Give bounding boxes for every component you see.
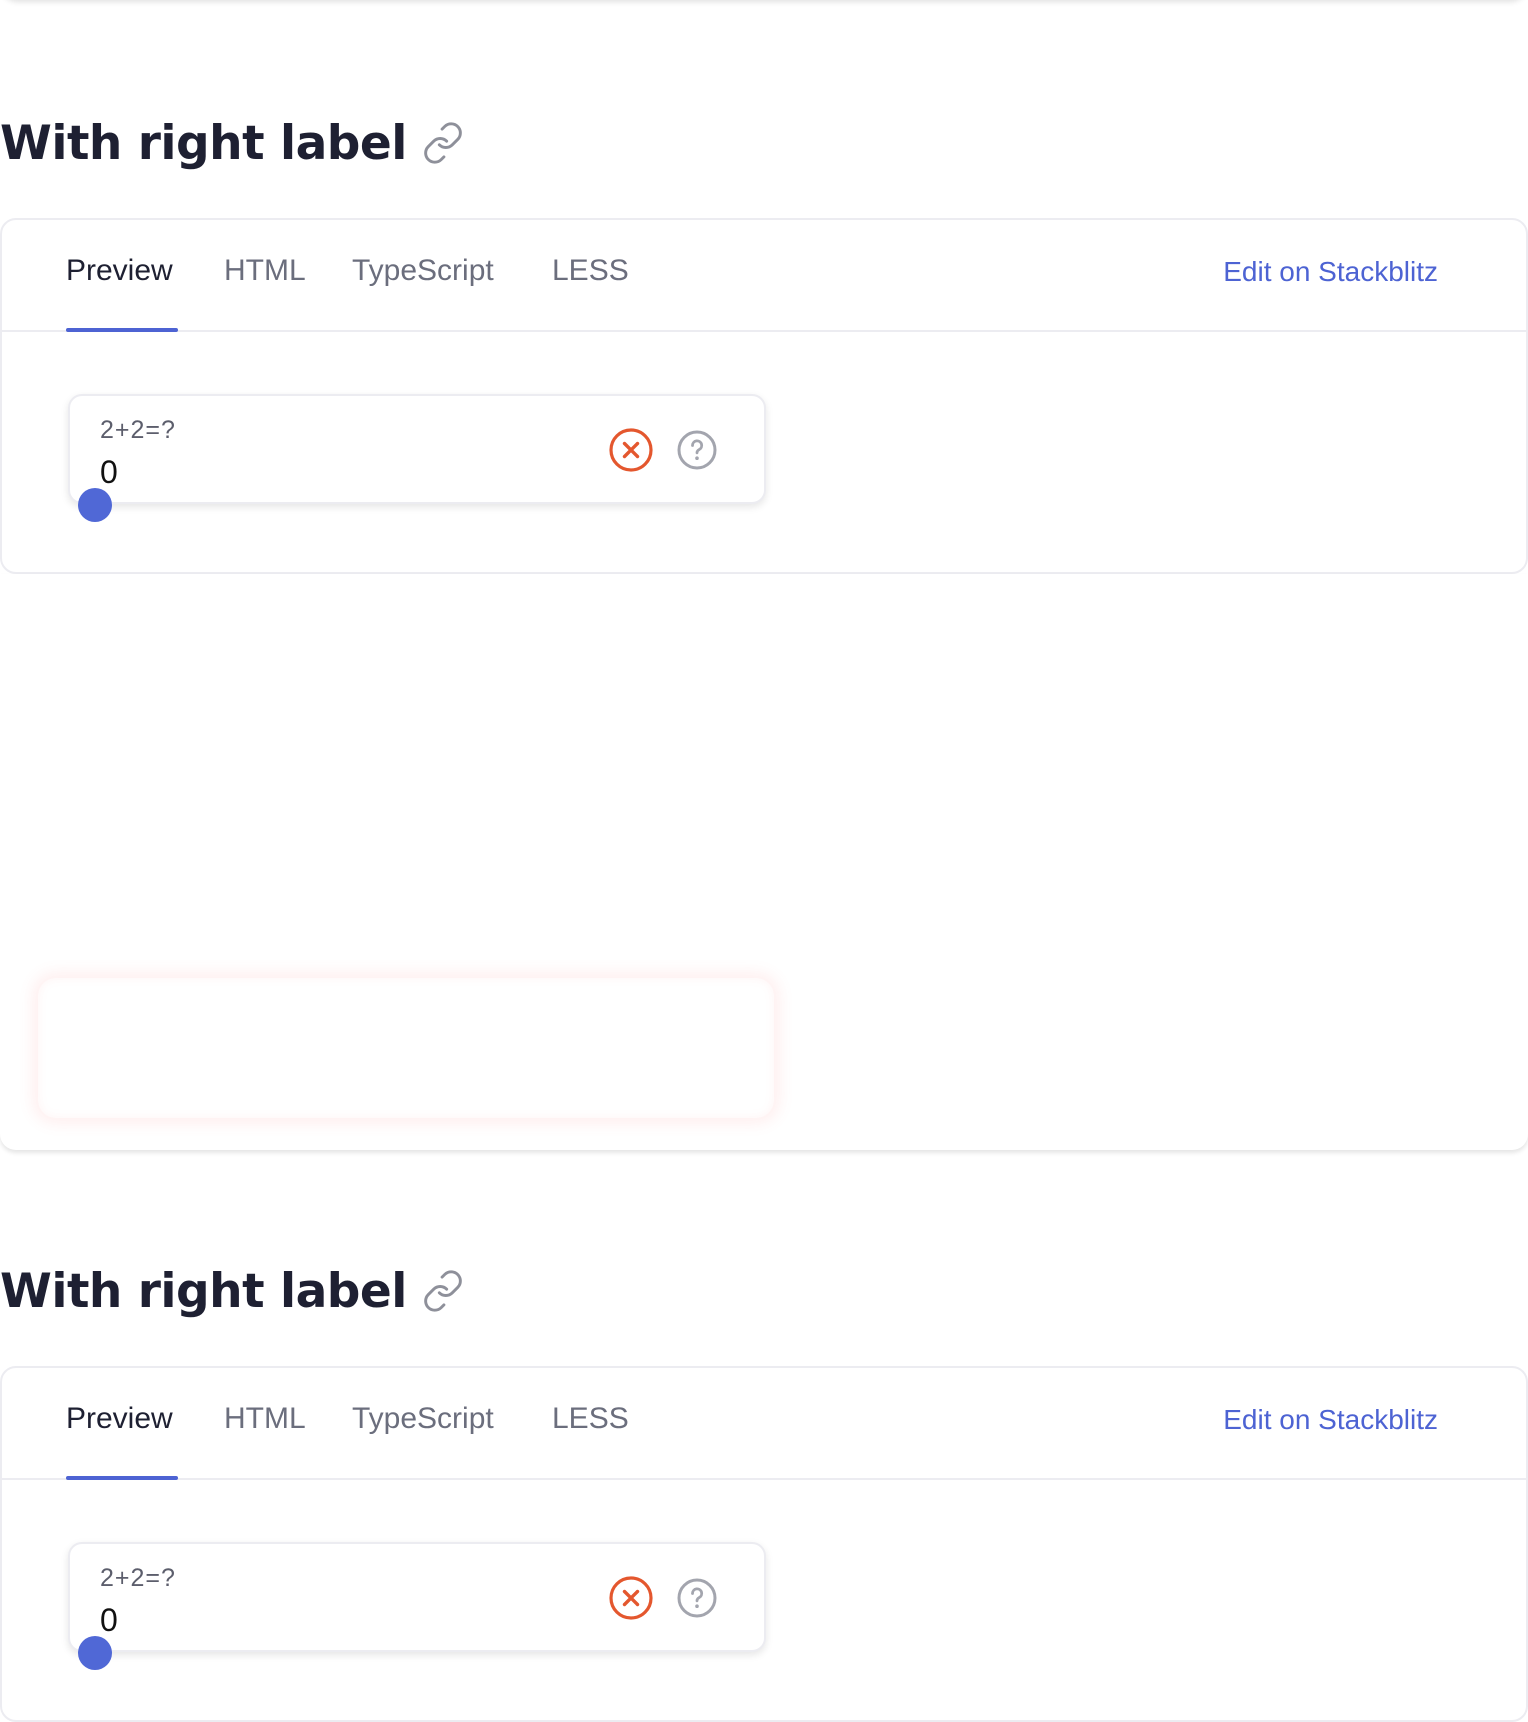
tab-html[interactable]: HTML xyxy=(224,254,306,330)
edit-on-stackblitz-link[interactable]: Edit on Stackblitz xyxy=(1223,256,1438,288)
field-value[interactable]: 0 xyxy=(100,454,118,491)
question-circle-icon[interactable] xyxy=(676,429,718,471)
section-heading: With right label xyxy=(0,100,1528,186)
link-icon[interactable] xyxy=(421,121,465,165)
tab-less[interactable]: LESS xyxy=(552,254,629,330)
demo-card: Preview HTML TypeScript LESS Edit on Sta… xyxy=(0,218,1528,574)
demo-card: Preview HTML TypeScript LESS Edit on Sta… xyxy=(0,1366,1528,1722)
empty-field-placeholder xyxy=(38,978,774,1118)
demo-section: With right label Preview HTML TypeScript… xyxy=(0,1248,1528,1722)
close-circle-icon[interactable] xyxy=(608,1575,654,1621)
field-label: 2+2=? xyxy=(100,1564,176,1592)
demo-section: With right label Preview HTML TypeScript… xyxy=(0,100,1528,574)
field-value[interactable]: 0 xyxy=(100,1602,118,1639)
close-circle-icon[interactable] xyxy=(608,427,654,473)
slider-thumb[interactable] xyxy=(78,1636,112,1670)
link-icon[interactable] xyxy=(421,1269,465,1313)
tab-html[interactable]: HTML xyxy=(224,1402,306,1478)
section-heading: With right label xyxy=(0,1248,1528,1334)
demo-tabs: Preview HTML TypeScript LESS Edit on Sta… xyxy=(2,220,1526,332)
tab-preview[interactable]: Preview xyxy=(66,1402,178,1480)
section-title: With right label xyxy=(0,1263,407,1319)
tab-typescript[interactable]: TypeScript xyxy=(352,1402,494,1478)
empty-preview-area xyxy=(0,574,1528,1150)
edit-on-stackblitz-link[interactable]: Edit on Stackblitz xyxy=(1223,1404,1438,1436)
tab-typescript[interactable]: TypeScript xyxy=(352,254,494,330)
page: With right label Preview HTML TypeScript… xyxy=(0,0,1528,1722)
tab-preview[interactable]: Preview xyxy=(66,254,178,332)
field-label: 2+2=? xyxy=(100,416,176,444)
input-slider-field[interactable]: 2+2=? 0 xyxy=(68,394,766,522)
question-circle-icon[interactable] xyxy=(676,1577,718,1619)
slider-thumb[interactable] xyxy=(78,488,112,522)
tab-less[interactable]: LESS xyxy=(552,1402,629,1478)
demo-tabs: Preview HTML TypeScript LESS Edit on Sta… xyxy=(2,1368,1526,1480)
section-title: With right label xyxy=(0,115,407,171)
input-slider-field[interactable]: 2+2=? 0 xyxy=(68,1542,766,1670)
